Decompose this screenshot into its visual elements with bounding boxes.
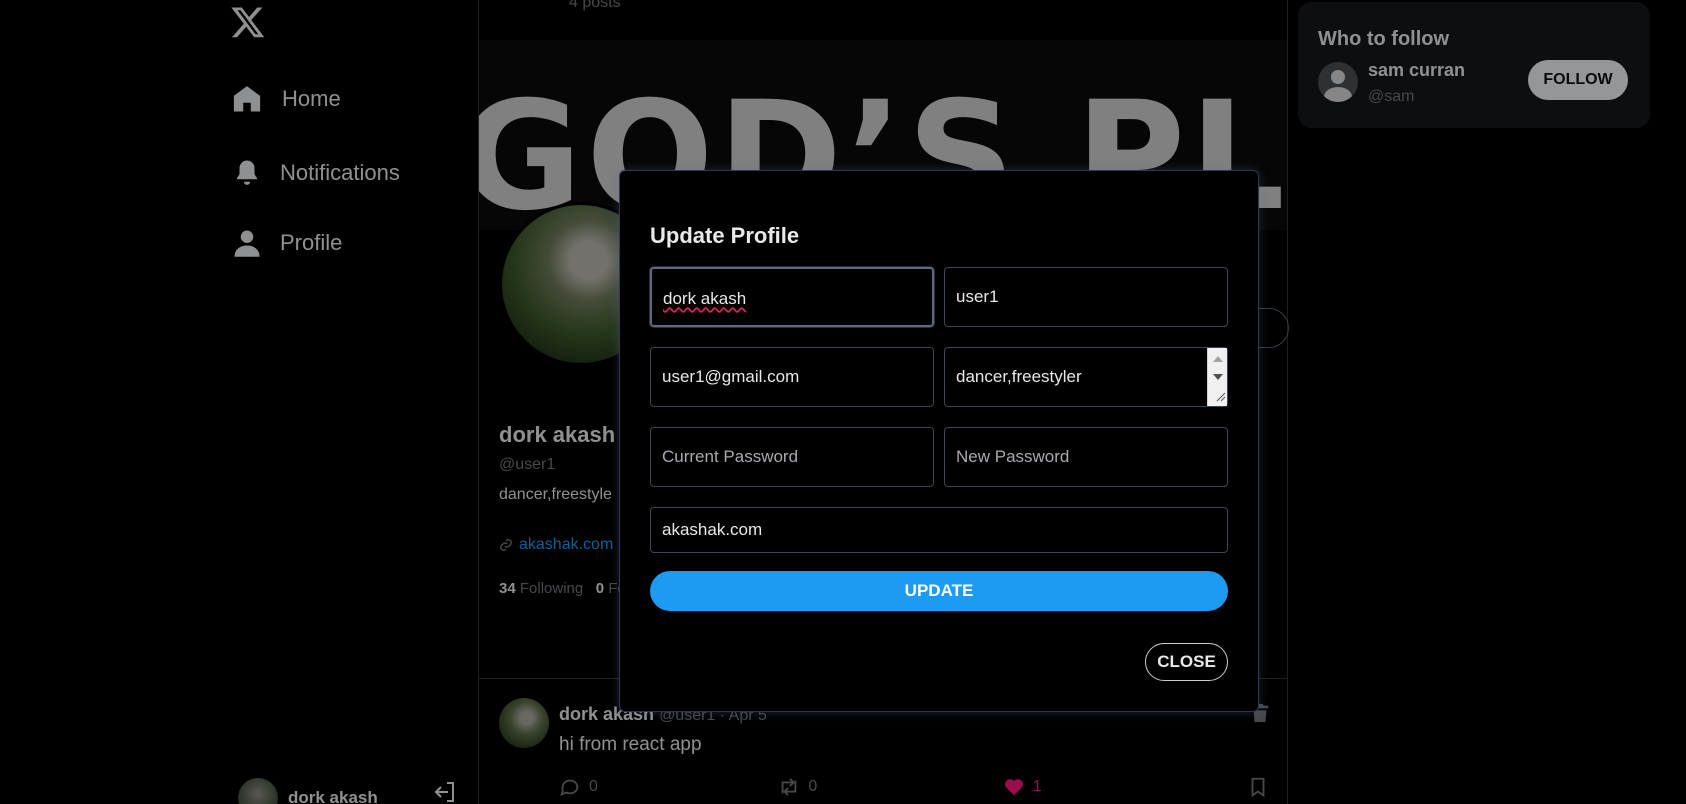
email-input[interactable]	[650, 347, 934, 407]
username-input[interactable]	[944, 267, 1228, 327]
update-button[interactable]: UPDATE	[650, 571, 1228, 611]
bio-textarea[interactable]: dancer,freestyler	[944, 347, 1228, 407]
resize-grip-icon[interactable]	[1216, 392, 1226, 402]
bio-scrollbar[interactable]	[1207, 348, 1227, 406]
new-password-input[interactable]	[944, 427, 1228, 487]
close-button[interactable]: CLOSE	[1145, 643, 1228, 681]
update-profile-modal: Update Profile dork akash dancer,freesty…	[619, 170, 1259, 712]
modal-title: Update Profile	[650, 223, 800, 248]
scroll-up-icon[interactable]	[1213, 356, 1223, 362]
link-input[interactable]	[650, 507, 1228, 553]
full-name-input[interactable]	[650, 267, 934, 327]
scroll-down-icon[interactable]	[1213, 374, 1223, 380]
current-password-input[interactable]	[650, 427, 934, 487]
